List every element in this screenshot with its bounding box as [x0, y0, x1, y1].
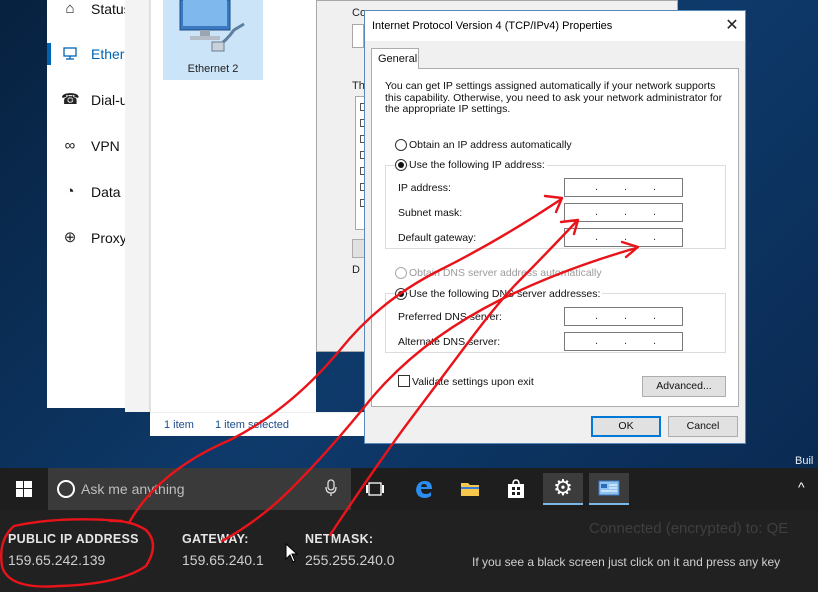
connection-info-bar: PUBLIC IP ADDRESS 159.65.242.139 GATEWAY… [0, 510, 818, 592]
ethernet-icon [61, 45, 79, 63]
use-following-dns-label[interactable]: Use the following DNS server addresses: [409, 288, 603, 300]
items-count: 1 item [164, 419, 194, 431]
network-adapter-icon [179, 0, 245, 52]
adapter-name: Ethernet 2 [187, 63, 239, 75]
nav-item-data-usage[interactable]: ◔ Data usage [0, 174, 125, 210]
microphone-icon[interactable] [325, 479, 339, 499]
search-box[interactable]: Ask me anything [48, 468, 351, 510]
netmask-label: NETMASK: [305, 532, 374, 546]
nav-item-label: Status [91, 1, 125, 17]
ip-address-label: IP address: [398, 182, 451, 194]
data-usage-icon: ◔ [65, 183, 75, 200]
nav-item-vpn[interactable]: ∞ VPN [0, 128, 125, 164]
store-icon[interactable] [496, 473, 536, 505]
nav-item-label: Dial-up [91, 92, 125, 108]
nav-item-label: Ethernet [91, 46, 125, 62]
use-following-ip-label[interactable]: Use the following IP address: [409, 159, 547, 171]
nav-item-ethernet[interactable]: Ethernet [0, 36, 125, 72]
preferred-dns-input[interactable]: ... [564, 307, 683, 326]
general-tab-panel: You can get IP settings assigned automat… [371, 68, 739, 407]
edge-icon[interactable] [404, 473, 444, 505]
gateway-label: GATEWAY: [182, 532, 249, 546]
dialog-titlebar: Internet Protocol Version 4 (TCP/IPv4) P… [365, 11, 745, 41]
close-icon[interactable]: ✕ [722, 16, 742, 36]
cortana-icon [57, 480, 75, 498]
netmask-value: 255.255.240.0 [305, 552, 395, 568]
alternate-dns-input[interactable]: ... [564, 332, 683, 351]
ok-button[interactable]: OK [591, 416, 661, 437]
obtain-ip-auto-label[interactable]: Obtain an IP address automatically [409, 139, 572, 151]
validate-checkbox[interactable] [398, 375, 410, 387]
obtain-dns-auto-label[interactable]: Obtain DNS server address automatically [409, 267, 602, 279]
default-gateway-input[interactable]: ... [564, 228, 683, 247]
public-ip-value: 159.65.242.139 [8, 552, 106, 568]
preferred-dns-label: Preferred DNS server: [398, 311, 502, 323]
subnet-mask-label: Subnet mask: [398, 207, 463, 219]
cancel-button[interactable]: Cancel [668, 416, 738, 437]
home-icon: ⌂ [65, 0, 75, 17]
use-following-dns-radio[interactable] [395, 288, 407, 300]
advanced-button[interactable]: Advanced... [642, 376, 726, 397]
file-explorer-icon[interactable] [450, 473, 490, 505]
network-connections-statusbar: 1 item 1 item selected [150, 412, 366, 436]
settings-nav: ⌂ Status Ethernet ☎ Dial-up ∞ VPN ◔ Data… [0, 0, 125, 408]
items-selected: 1 item selected [215, 419, 289, 431]
mouse-cursor-icon [285, 543, 299, 563]
connection-status-text: Connected (encrypted) to: QE [589, 520, 789, 537]
adapter-field [352, 24, 364, 48]
gateway-value: 159.65.240.1 [182, 552, 264, 568]
default-gateway-label: Default gateway: [398, 232, 477, 244]
validate-label[interactable]: Validate settings upon exit [412, 376, 534, 388]
settings-icon[interactable]: ⚙ [543, 473, 583, 505]
ipv4-properties-dialog: Internet Protocol Version 4 (TCP/IPv4) P… [364, 10, 746, 444]
tab-general[interactable]: General [371, 48, 419, 69]
tray-chevron-up-icon[interactable]: ^ [798, 479, 805, 495]
obtain-dns-auto-radio[interactable] [395, 267, 407, 279]
obtain-ip-auto-radio[interactable] [395, 139, 407, 151]
ip-address-input[interactable]: ... [564, 178, 683, 197]
taskbar: Ask me anything ⚙ ^ [0, 468, 818, 510]
globe-icon: ⊕ [63, 229, 77, 246]
vpn-icon: ∞ [64, 137, 76, 154]
nav-item-label: Proxy [91, 230, 125, 246]
intro-text: You can get IP settings assigned automat… [385, 80, 723, 115]
task-view-icon[interactable] [355, 473, 395, 505]
nav-item-label: VPN [91, 138, 120, 154]
connection-items-label: This connection uses the following items… [352, 80, 364, 92]
dialog-title: Internet Protocol Version 4 (TCP/IPv4) P… [372, 20, 613, 32]
use-following-ip-radio[interactable] [395, 159, 407, 171]
desktop-build-text: Buil [795, 455, 814, 467]
nav-item-dialup[interactable]: ☎ Dial-up [0, 82, 125, 118]
start-button[interactable] [0, 468, 48, 510]
connect-using-label: Connect using: [352, 7, 364, 19]
nav-item-status[interactable]: ⌂ Status [0, 0, 125, 27]
public-ip-label: PUBLIC IP ADDRESS [8, 532, 139, 546]
nav-item-label: Data usage [91, 184, 125, 200]
network-connections-sidebar [125, 0, 150, 412]
subnet-mask-input[interactable]: ... [564, 203, 683, 222]
dialup-icon: ☎ [61, 91, 80, 108]
nav-item-proxy[interactable]: ⊕ Proxy [0, 220, 125, 256]
alternate-dns-label: Alternate DNS server: [398, 336, 501, 348]
network-connections-icon[interactable] [589, 473, 629, 505]
black-screen-hint: If you see a black screen just click on … [472, 555, 781, 569]
search-placeholder: Ask me anything [81, 481, 185, 497]
windows-logo-icon [16, 481, 32, 497]
